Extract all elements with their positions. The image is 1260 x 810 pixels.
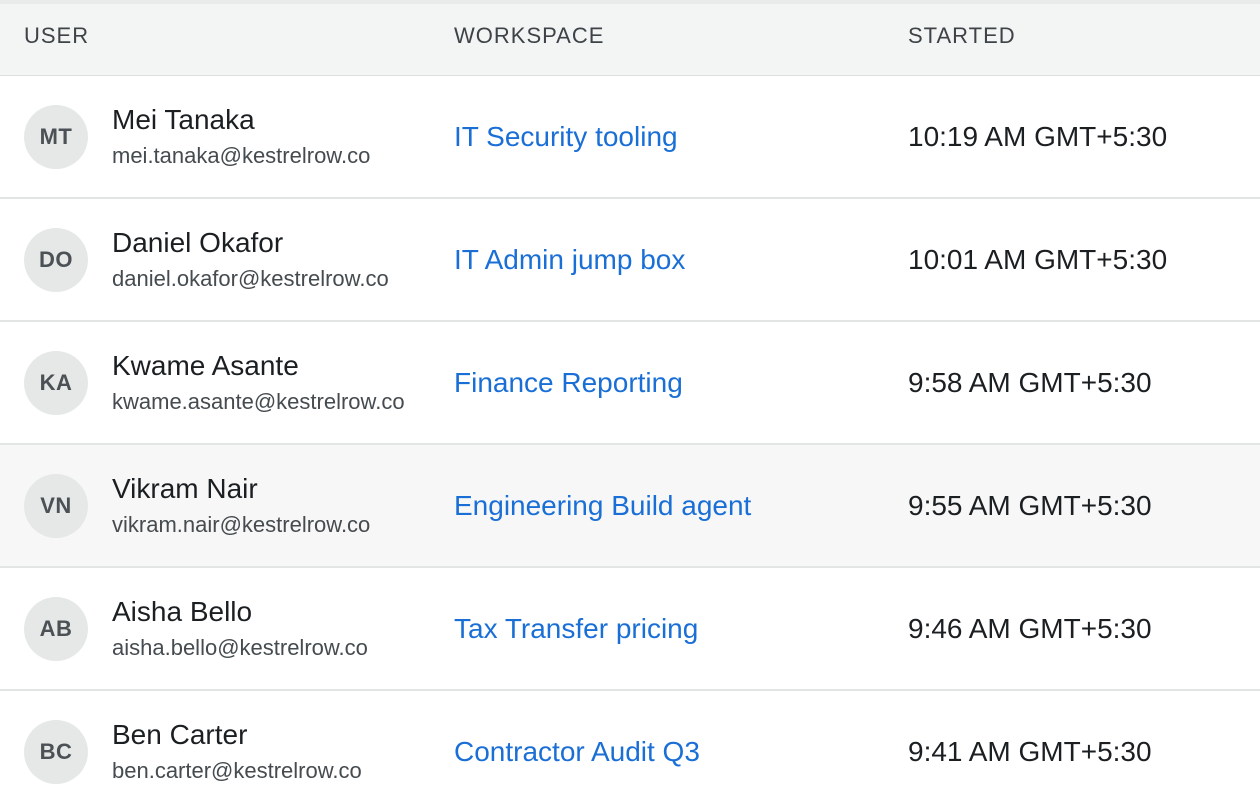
user-info: Aisha Bello aisha.bello@kestrelrow.co [112,595,412,663]
user-email: mei.tanaka@kestrelrow.co [112,142,371,168]
column-header-user[interactable]: USER [0,23,454,49]
started-time: 10:19 AM GMT+5:30 [908,120,1168,152]
user-email: daniel.okafor@kestrelrow.co [112,265,389,291]
table-row[interactable]: DO Daniel Okafor daniel.okafor@kestrelro… [0,199,1260,322]
user-cell: DO Daniel Okafor daniel.okafor@kestrelro… [0,226,454,294]
user-info: Daniel Okafor daniel.okafor@kestrelrow.c… [112,226,412,294]
table-row[interactable]: AB Aisha Bello aisha.bello@kestrelrow.co… [0,568,1260,691]
user-email: vikram.nair@kestrelrow.co [112,511,371,537]
avatar: VN [24,473,88,538]
workspace-link[interactable]: Contractor Audit Q3 [454,736,700,767]
user-cell: KA Kwame Asante kwame.asante@kestrelrow.… [0,349,454,417]
user-info: Ben Carter ben.carter@kestrelrow.co [112,718,412,786]
table-row[interactable]: MT Mei Tanaka mei.tanaka@kestrelrow.co I… [0,76,1260,199]
started-time: 9:55 AM GMT+5:30 [908,489,1152,521]
user-info: Kwame Asante kwame.asante@kestrelrow.co [112,349,412,417]
user-name: Kwame Asante [112,349,299,381]
workspace-cell: Engineering Build agent [454,490,908,522]
started-time: 9:58 AM GMT+5:30 [908,366,1152,398]
user-info: Mei Tanaka mei.tanaka@kestrelrow.co [112,103,412,171]
workspace-cell: Contractor Audit Q3 [454,736,908,768]
user-email: ben.carter@kestrelrow.co [112,757,362,783]
column-header-started[interactable]: STARTED [908,23,1260,49]
user-cell: AB Aisha Bello aisha.bello@kestrelrow.co [0,595,454,663]
workspace-link[interactable]: Tax Transfer pricing [454,613,698,644]
user-info: Vikram Nair vikram.nair@kestrelrow.co [112,472,412,540]
user-name: Mei Tanaka [112,103,255,135]
started-time: 9:46 AM GMT+5:30 [908,612,1152,644]
user-cell: VN Vikram Nair vikram.nair@kestrelrow.co [0,472,454,540]
workspace-cell: Tax Transfer pricing [454,613,908,645]
user-email: kwame.asante@kestrelrow.co [112,388,405,414]
workspace-cell: IT Security tooling [454,121,908,153]
sessions-table: USER WORKSPACE STARTED MT Mei Tanaka mei… [0,0,1260,810]
user-name: Vikram Nair [112,472,258,504]
table-row[interactable]: BC Ben Carter ben.carter@kestrelrow.co C… [0,691,1260,810]
user-name: Aisha Bello [112,595,253,627]
workspace-link[interactable]: IT Admin jump box [454,244,685,275]
avatar: KA [24,350,88,415]
workspace-link[interactable]: Engineering Build agent [454,490,751,521]
table-row[interactable]: VN Vikram Nair vikram.nair@kestrelrow.co… [0,445,1260,568]
workspace-link[interactable]: Finance Reporting [454,367,683,398]
avatar: BC [24,719,88,784]
table-header: USER WORKSPACE STARTED [0,4,1260,76]
workspace-cell: Finance Reporting [454,367,908,399]
started-time: 10:01 AM GMT+5:30 [908,243,1168,275]
avatar: MT [24,104,88,169]
user-name: Daniel Okafor [112,226,284,258]
avatar: DO [24,227,88,292]
workspace-cell: IT Admin jump box [454,244,908,276]
user-email: aisha.bello@kestrelrow.co [112,634,368,660]
table-row[interactable]: KA Kwame Asante kwame.asante@kestrelrow.… [0,322,1260,445]
workspace-link[interactable]: IT Security tooling [454,121,678,152]
avatar: AB [24,596,88,661]
user-cell: MT Mei Tanaka mei.tanaka@kestrelrow.co [0,103,454,171]
user-cell: BC Ben Carter ben.carter@kestrelrow.co [0,718,454,786]
started-time: 9:41 AM GMT+5:30 [908,735,1152,767]
column-header-workspace[interactable]: WORKSPACE [454,23,908,49]
user-name: Ben Carter [112,718,248,750]
